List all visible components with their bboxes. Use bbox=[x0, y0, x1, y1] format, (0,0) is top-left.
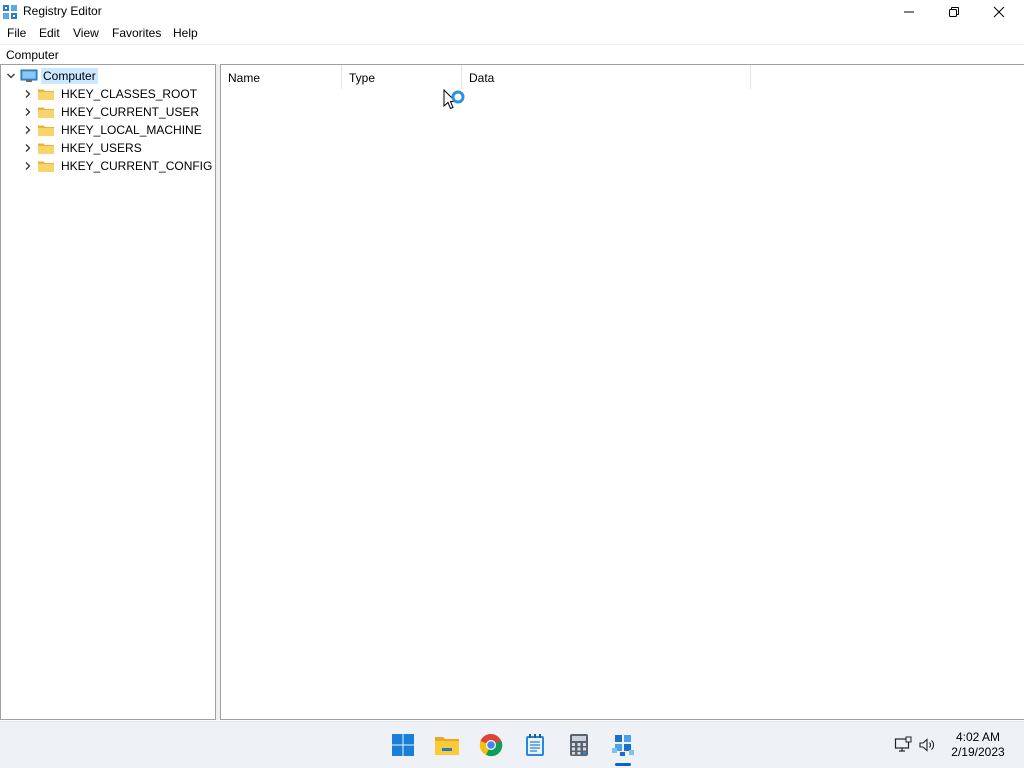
tree-item-computer[interactable]: Computer bbox=[6, 67, 98, 85]
clock-date: 2/19/2023 bbox=[951, 745, 1005, 759]
folder-icon bbox=[38, 107, 54, 118]
minimize-button[interactable] bbox=[886, 0, 932, 23]
close-button[interactable] bbox=[976, 0, 1022, 23]
tree-label-hkey-classes-root[interactable]: HKEY_CLASSES_ROOT bbox=[59, 86, 199, 102]
active-app-indicator bbox=[615, 763, 631, 766]
tree-label-hkey-current-config[interactable]: HKEY_CURRENT_CONFIG bbox=[59, 158, 214, 174]
tree-item-hkey-users[interactable]: HKEY_USERS bbox=[23, 139, 144, 157]
tree-label-hkey-local-machine[interactable]: HKEY_LOCAL_MACHINE bbox=[59, 122, 204, 138]
tree-item-hkey-local-machine[interactable]: HKEY_LOCAL_MACHINE bbox=[23, 121, 204, 139]
tree-label-computer[interactable]: Computer bbox=[41, 68, 98, 84]
folder-icon bbox=[38, 161, 54, 172]
tree-label-hkey-current-user[interactable]: HKEY_CURRENT_USER bbox=[59, 104, 201, 120]
menu-favorites[interactable]: Favorites bbox=[112, 26, 161, 40]
minimize-icon bbox=[904, 11, 914, 12]
chevron-right-icon[interactable] bbox=[23, 107, 33, 117]
tree-pane[interactable]: Computer HKEY_CLASSES_ROOT HKEY_CURRENT_… bbox=[0, 64, 216, 720]
chevron-right-icon[interactable] bbox=[23, 161, 33, 171]
chrome-icon bbox=[479, 733, 503, 757]
system-clock[interactable]: 4:02 AM 2/19/2023 bbox=[944, 730, 1012, 760]
registry-editor-icon bbox=[612, 735, 634, 756]
folder-icon bbox=[38, 89, 54, 100]
menu-bar: File Edit View Favorites Help bbox=[0, 23, 1024, 43]
menu-view[interactable]: View bbox=[73, 26, 99, 40]
calculator-icon bbox=[570, 734, 588, 756]
start-icon bbox=[392, 734, 414, 756]
taskbar-registry-editor[interactable] bbox=[609, 731, 637, 759]
title-bar[interactable]: Registry Editor bbox=[0, 0, 1024, 23]
restore-button[interactable] bbox=[931, 0, 977, 23]
column-header-data[interactable]: Data bbox=[462, 65, 751, 89]
file-explorer-icon bbox=[435, 737, 459, 755]
tree-item-hkey-current-user[interactable]: HKEY_CURRENT_USER bbox=[23, 103, 201, 121]
chevron-right-icon[interactable] bbox=[23, 125, 33, 135]
registry-editor-app-icon bbox=[3, 5, 17, 19]
close-icon bbox=[993, 6, 1005, 17]
network-icon[interactable] bbox=[894, 736, 912, 754]
chevron-down-icon[interactable] bbox=[6, 71, 16, 81]
folder-icon bbox=[38, 143, 54, 154]
taskbar-chrome[interactable] bbox=[477, 731, 505, 759]
notepad-icon bbox=[526, 734, 544, 756]
window-title: Registry Editor bbox=[23, 4, 102, 18]
taskbar-notepad[interactable] bbox=[521, 731, 549, 759]
taskbar-calculator[interactable] bbox=[565, 731, 593, 759]
column-header-name[interactable]: Name bbox=[221, 65, 342, 89]
chevron-right-icon[interactable] bbox=[23, 143, 33, 153]
chevron-right-icon[interactable] bbox=[23, 89, 33, 99]
volume-icon[interactable] bbox=[918, 736, 936, 754]
menu-edit[interactable]: Edit bbox=[39, 26, 60, 40]
tree-item-hkey-classes-root[interactable]: HKEY_CLASSES_ROOT bbox=[23, 85, 199, 103]
values-list-pane[interactable]: Name Type Data bbox=[220, 64, 1024, 720]
taskbar: 4:02 AM 2/19/2023 bbox=[0, 721, 1024, 768]
menu-file[interactable]: File bbox=[7, 26, 26, 40]
restore-icon bbox=[949, 6, 959, 17]
address-bar[interactable]: Computer bbox=[0, 44, 1024, 63]
tree-label-hkey-users[interactable]: HKEY_USERS bbox=[59, 140, 144, 156]
busy-cursor-icon bbox=[443, 89, 465, 110]
menu-help[interactable]: Help bbox=[173, 26, 198, 40]
start-button[interactable] bbox=[389, 731, 417, 759]
address-path[interactable]: Computer bbox=[6, 48, 59, 62]
registry-editor-window: Registry Editor File Edit View Favorites… bbox=[0, 0, 1024, 721]
tree-item-hkey-current-config[interactable]: HKEY_CURRENT_CONFIG bbox=[23, 157, 214, 175]
folder-icon bbox=[38, 125, 54, 136]
taskbar-file-explorer[interactable] bbox=[433, 731, 461, 759]
computer-icon bbox=[20, 69, 38, 82]
column-header-type[interactable]: Type bbox=[342, 65, 462, 89]
clock-time: 4:02 AM bbox=[955, 730, 1001, 744]
